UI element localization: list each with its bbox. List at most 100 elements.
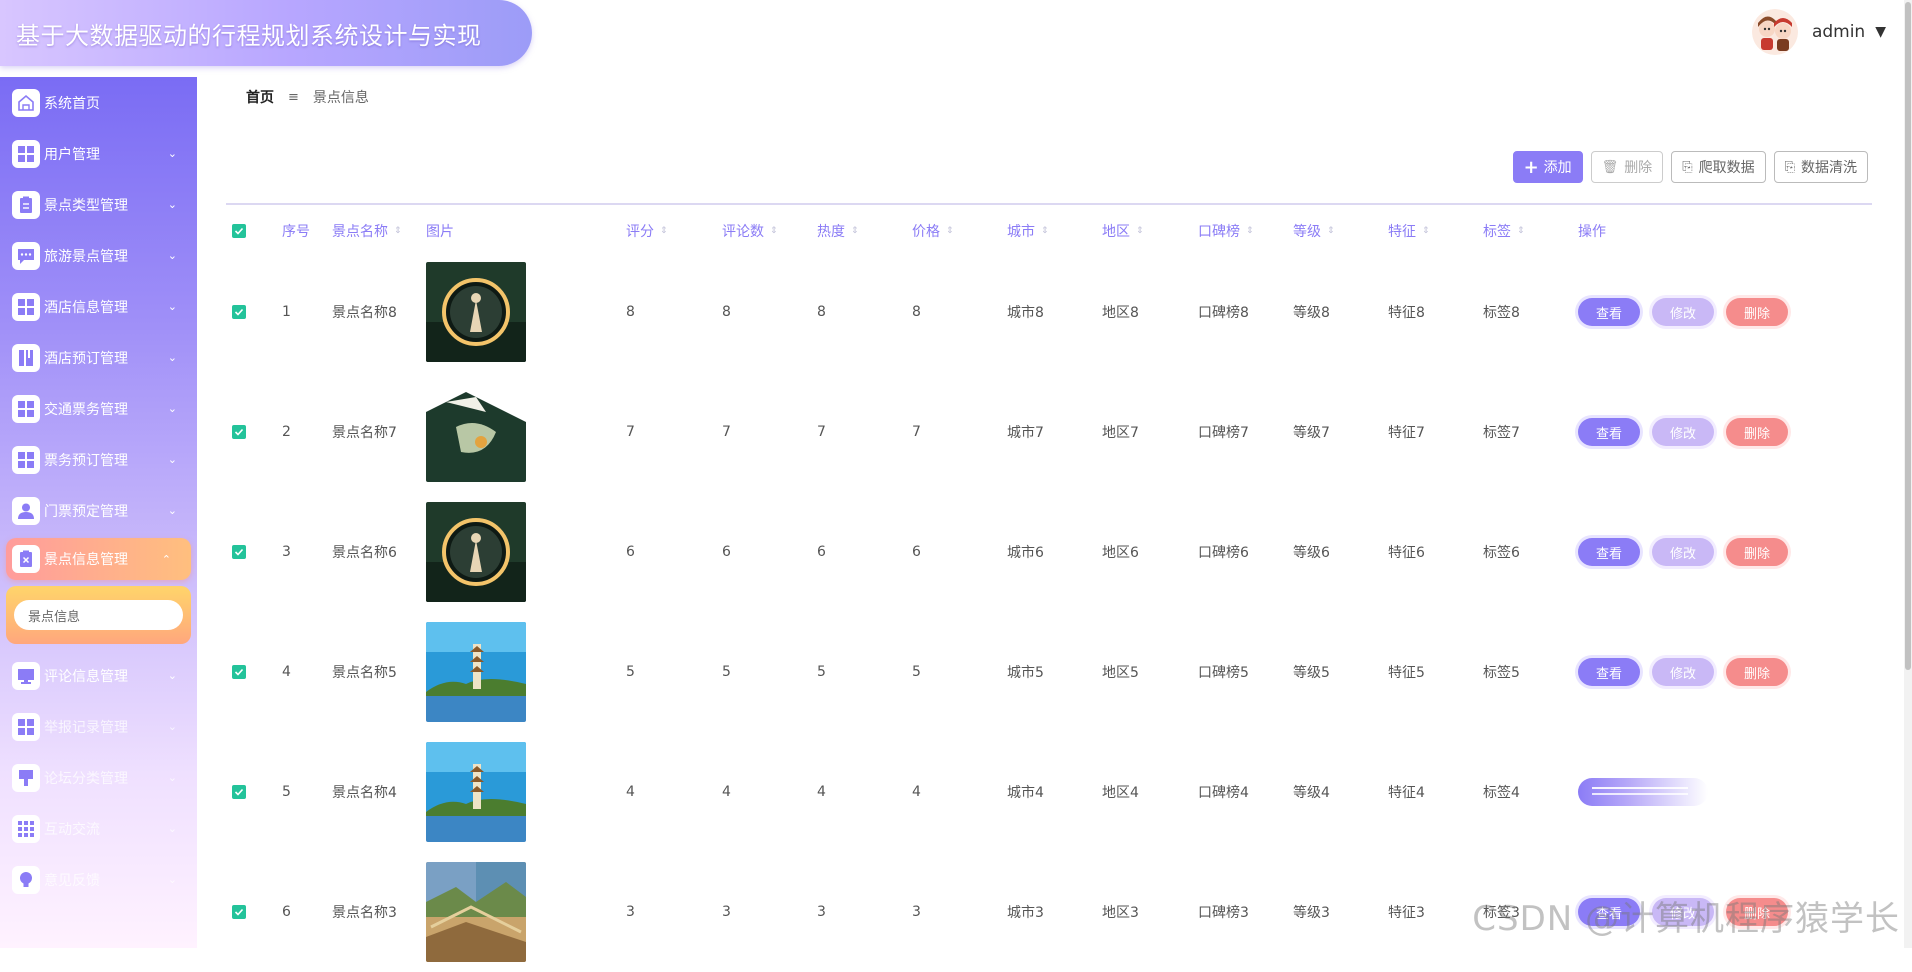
thumbnail-image[interactable]: [426, 732, 526, 852]
column-header-tag[interactable]: 标签⇕: [1483, 215, 1525, 247]
cell-heat: 5: [817, 612, 826, 732]
column-header-area[interactable]: 地区⇕: [1102, 215, 1144, 247]
view-button[interactable]: 查看: [1578, 298, 1640, 326]
column-header-price[interactable]: 价格⇕: [912, 215, 954, 247]
crawl-button-label: 爬取数据: [1699, 157, 1755, 177]
view-button[interactable]: 查看: [1578, 538, 1640, 566]
column-header-rank[interactable]: 口碑榜⇕: [1198, 215, 1254, 247]
app-title: 基于大数据驱动的行程规划系统设计与实现: [16, 16, 482, 51]
sidebar-item-attraction-types[interactable]: 景点类型管理 ⌄: [0, 179, 197, 230]
user-menu[interactable]: admin ▼: [1752, 8, 1886, 56]
edit-button[interactable]: 修改: [1652, 298, 1714, 326]
sort-icon: ⇕: [946, 227, 954, 236]
sidebar-item-hotel-bookings[interactable]: 酒店预订管理 ⌄: [0, 332, 197, 383]
delete-button[interactable]: 删除: [1726, 298, 1788, 326]
thumbnail-image[interactable]: [426, 612, 526, 732]
sidebar-item-transport-tickets[interactable]: 交通票务管理 ⌄: [0, 383, 197, 434]
thumbnail-image[interactable]: [426, 252, 526, 372]
row-checkbox[interactable]: [232, 252, 246, 372]
avatar[interactable]: [1752, 9, 1798, 55]
row-checkbox[interactable]: [232, 492, 246, 612]
monitor-icon: [12, 662, 40, 690]
delete-button[interactable]: 删除: [1726, 538, 1788, 566]
sidebar-item-forum-categories[interactable]: 论坛分类管理 ⌄: [0, 752, 197, 803]
sidebar-item-reports[interactable]: 举报记录管理 ⌄: [0, 701, 197, 752]
cell-tag: 标签5: [1483, 612, 1520, 732]
column-header-heat[interactable]: 热度⇕: [817, 215, 859, 247]
table-row[interactable]: 1景点名称88888城市8地区8口碑榜8等级8特征8标签8查看修改删除: [226, 252, 1872, 372]
add-button-label: 添加: [1544, 157, 1572, 177]
sidebar-item-comments[interactable]: 评论信息管理 ⌄: [0, 650, 197, 701]
row-checkbox[interactable]: [232, 732, 246, 852]
submenu-item-attraction-info[interactable]: 景点信息: [14, 600, 183, 630]
cell-city: 城市4: [1007, 732, 1044, 852]
sidebar-item-attractions[interactable]: 旅游景点管理 ⌄: [0, 230, 197, 281]
edit-button[interactable]: 修改: [1652, 658, 1714, 686]
breadcrumb-home[interactable]: 首页: [246, 87, 274, 107]
thumbnail-image[interactable]: [426, 852, 526, 972]
scrollbar[interactable]: [1904, 0, 1912, 948]
row-checkbox[interactable]: [232, 612, 246, 732]
sidebar-item-home[interactable]: 系统首页: [0, 77, 197, 128]
sidebar-item-admission-bookings[interactable]: 门票预定管理 ⌄: [0, 485, 197, 536]
edit-button[interactable]: 修改: [1652, 538, 1714, 566]
cell-name: 景点名称3: [332, 852, 397, 972]
grid-icon: [12, 140, 40, 168]
delete-button-label: 删除: [1624, 157, 1652, 177]
sidebar-item-label: 酒店预订管理: [44, 348, 128, 368]
cell-score: 6: [626, 492, 635, 612]
cell-comments: 4: [722, 732, 731, 852]
user-icon: [12, 497, 40, 525]
cell-feature: 特征3: [1388, 852, 1425, 972]
column-header-score[interactable]: 评分⇕: [626, 215, 668, 247]
table-row[interactable]: 5景点名称44444城市4地区4口碑榜4等级4特征4标签4: [226, 732, 1872, 852]
column-header-name[interactable]: 景点名称⇕: [332, 215, 402, 247]
thumbnail-image[interactable]: [426, 372, 526, 492]
sort-icon: ⇕: [770, 227, 778, 236]
column-header-comments[interactable]: 评论数⇕: [722, 215, 778, 247]
delete-button[interactable]: 删除: [1726, 658, 1788, 686]
crawl-data-button[interactable]: ⎘ 爬取数据: [1671, 151, 1765, 183]
scrollbar-thumb[interactable]: [1905, 2, 1911, 670]
select-all-checkbox[interactable]: [232, 215, 246, 247]
table-row[interactable]: 2景点名称77777城市7地区7口碑榜7等级7特征7标签7查看修改删除: [226, 372, 1872, 492]
sidebar-item-feedback[interactable]: 意见反馈 ⌄: [0, 854, 197, 905]
cell-idx: 1: [282, 252, 291, 372]
column-header-feature[interactable]: 特征⇕: [1388, 215, 1430, 247]
column-header-city[interactable]: 城市⇕: [1007, 215, 1049, 247]
row-checkbox[interactable]: [232, 852, 246, 972]
clean-data-button[interactable]: ⎘ 数据清洗: [1774, 151, 1868, 183]
caret-down-icon[interactable]: ▼: [1875, 24, 1886, 40]
column-header-index: 序号: [282, 215, 310, 247]
chevron-down-icon: ⌄: [168, 822, 177, 835]
bulb-icon: [12, 866, 40, 894]
thumbnail-image[interactable]: [426, 492, 526, 612]
view-button[interactable]: 查看: [1578, 418, 1640, 446]
add-button[interactable]: + 添加: [1513, 151, 1583, 183]
table-header: 序号 景点名称⇕ 图片 评分⇕ 评论数⇕ 热度⇕ 价格⇕ 城市⇕ 地区⇕ 口碑榜…: [226, 215, 1872, 247]
column-header-level[interactable]: 等级⇕: [1293, 215, 1335, 247]
sidebar-item-label: 系统首页: [44, 93, 100, 113]
table-row[interactable]: 3景点名称66666城市6地区6口碑榜6等级6特征6标签6查看修改删除: [226, 492, 1872, 612]
sidebar-item-hotels[interactable]: 酒店信息管理 ⌄: [0, 281, 197, 332]
cell-comments: 7: [722, 372, 731, 492]
cell-name: 景点名称4: [332, 732, 397, 852]
cell-rank: 口碑榜6: [1198, 492, 1249, 612]
row-checkbox[interactable]: [232, 372, 246, 492]
sidebar-item-ticket-bookings[interactable]: 票务预订管理 ⌄: [0, 434, 197, 485]
cell-feature: 特征7: [1388, 372, 1425, 492]
cell-area: 地区6: [1102, 492, 1139, 612]
cell-heat: 4: [817, 732, 826, 852]
cell-rank: 口碑榜4: [1198, 732, 1249, 852]
batch-delete-button[interactable]: 🗑 删除: [1591, 151, 1664, 183]
view-button[interactable]: 查看: [1578, 658, 1640, 686]
sidebar-item-users[interactable]: 用户管理 ⌄: [0, 128, 197, 179]
edit-button[interactable]: 修改: [1652, 418, 1714, 446]
cell-level: 等级8: [1293, 252, 1330, 372]
sidebar-item-attraction-info[interactable]: 景点信息管理 ⌃: [6, 538, 191, 580]
sidebar-item-interaction[interactable]: 互动交流 ⌄: [0, 803, 197, 854]
delete-button[interactable]: 删除: [1726, 418, 1788, 446]
cell-city: 城市8: [1007, 252, 1044, 372]
table-row[interactable]: 4景点名称55555城市5地区5口碑榜5等级5特征5标签5查看修改删除: [226, 612, 1872, 732]
username[interactable]: admin: [1812, 22, 1865, 42]
